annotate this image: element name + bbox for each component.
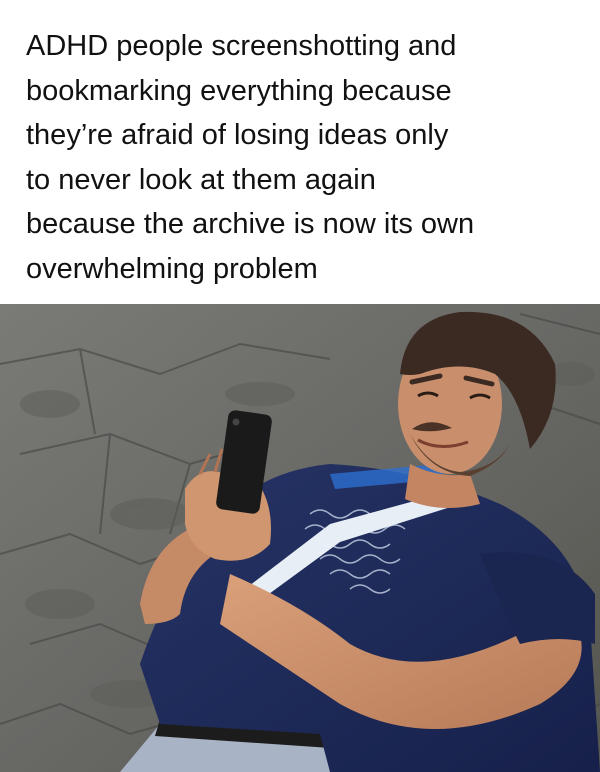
caption-line-2: bookmarking everything because bbox=[26, 74, 452, 107]
meme-caption: ADHD people screenshotting and bookmarki… bbox=[26, 24, 586, 291]
caption-line-6: overwhelming problem bbox=[26, 252, 318, 285]
meme-photo bbox=[0, 304, 600, 772]
phone-camera bbox=[232, 418, 240, 426]
photo-illustration bbox=[0, 304, 600, 772]
caption-line-1: ADHD people screenshotting and bbox=[26, 30, 457, 62]
caption-line-4: to never look at them again bbox=[26, 163, 376, 196]
caption-line-3: they’re afraid of losing ideas only bbox=[26, 119, 449, 151]
caption-line-5: because the archive is now its own bbox=[26, 208, 475, 240]
